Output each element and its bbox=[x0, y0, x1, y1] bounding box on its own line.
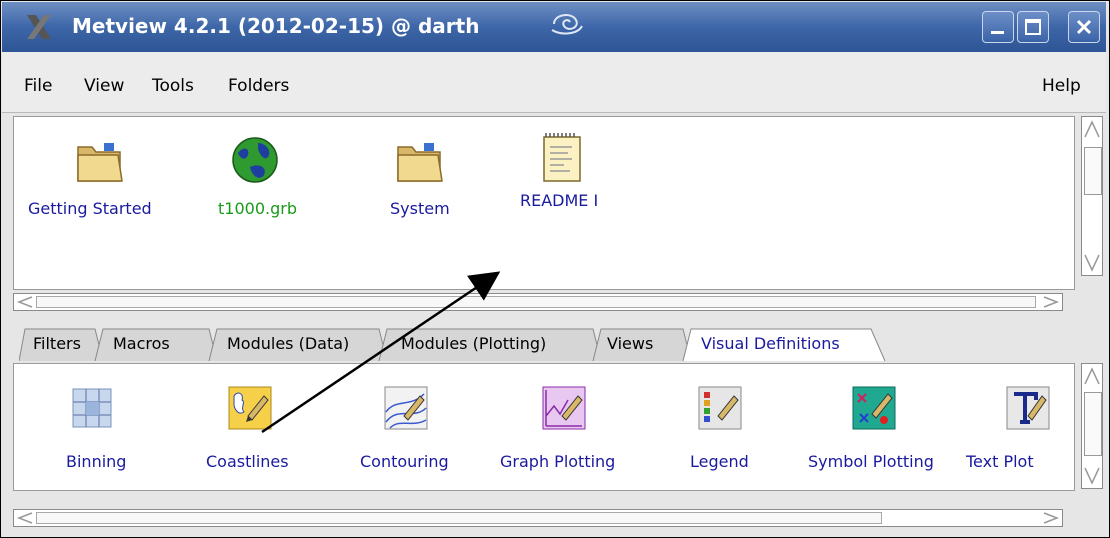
icon-label: Contouring bbox=[360, 452, 449, 471]
symbol-pen-icon bbox=[852, 386, 896, 430]
scroll-right-icon bbox=[1043, 296, 1060, 308]
icon-label: Binning bbox=[66, 452, 127, 471]
x-logo-icon bbox=[27, 15, 51, 39]
minimize-icon bbox=[991, 31, 1004, 34]
scroll-up-icon bbox=[1084, 367, 1100, 385]
legend-pen-icon bbox=[698, 386, 742, 430]
scroll-thumb[interactable] bbox=[1084, 147, 1102, 195]
scroll-left-icon bbox=[16, 512, 33, 524]
scroll-thumb[interactable] bbox=[36, 512, 882, 524]
graph-pen-icon bbox=[542, 386, 586, 430]
window-title: Metview 4.2.1 (2012-02-15) @ darth bbox=[72, 14, 480, 38]
top-vertical-scrollbar[interactable] bbox=[1081, 116, 1103, 276]
menu-folders[interactable]: Folders bbox=[228, 76, 289, 96]
folder-icon bbox=[77, 143, 123, 182]
swirl-icon bbox=[551, 14, 583, 35]
scroll-right-icon bbox=[1043, 512, 1060, 524]
close-icon bbox=[1076, 19, 1092, 35]
folder-contents-pane: Getting Started t1000.grb System README … bbox=[13, 116, 1075, 290]
maximize-button[interactable] bbox=[1017, 11, 1049, 43]
text-pen-icon bbox=[1006, 386, 1050, 430]
icon-label: Legend bbox=[690, 452, 749, 471]
folder-icon bbox=[397, 143, 443, 182]
tab-label: Modules (Data) bbox=[227, 334, 350, 353]
tab-label: Views bbox=[607, 334, 654, 353]
grid-icon bbox=[72, 388, 112, 428]
tab-label: Visual Definitions bbox=[701, 334, 840, 353]
tab-label: Filters bbox=[33, 334, 81, 353]
coastline-pen-icon bbox=[228, 386, 272, 430]
bottom-horizontal-scrollbar[interactable] bbox=[13, 509, 1063, 527]
scroll-down-icon bbox=[1084, 254, 1100, 272]
bottom-vertical-scrollbar[interactable] bbox=[1081, 363, 1103, 489]
scroll-up-icon bbox=[1084, 120, 1100, 138]
visual-definitions-pane: Binning Coastlines Contouring Graph Plot… bbox=[13, 363, 1075, 491]
tab-label: Macros bbox=[113, 334, 170, 353]
minimize-button[interactable] bbox=[982, 11, 1014, 43]
globe-icon bbox=[232, 137, 278, 183]
title-bar[interactable]: Metview 4.2.1 (2012-02-15) @ darth bbox=[2, 2, 1106, 52]
icon-label: t1000.grb bbox=[218, 199, 297, 218]
scroll-down-icon bbox=[1084, 467, 1100, 485]
tab-label: Modules (Plotting) bbox=[401, 334, 547, 353]
metview-window: Metview 4.2.1 (2012-02-15) @ darth File … bbox=[0, 0, 1110, 538]
icon-label: Graph Plotting bbox=[500, 452, 616, 471]
maximize-icon bbox=[1025, 19, 1041, 35]
scroll-left-icon bbox=[16, 296, 33, 308]
menu-tools[interactable]: Tools bbox=[152, 76, 194, 96]
top-horizontal-scrollbar[interactable] bbox=[13, 293, 1063, 311]
contour-pen-icon bbox=[384, 386, 428, 430]
icon-label: Coastlines bbox=[206, 452, 289, 471]
icon-label: System bbox=[390, 199, 450, 218]
scroll-thumb[interactable] bbox=[1084, 392, 1102, 456]
menu-view[interactable]: View bbox=[84, 76, 124, 96]
icon-label: Symbol Plotting bbox=[808, 452, 934, 471]
scroll-thumb[interactable] bbox=[36, 296, 1036, 308]
menu-bar: File View Tools Folders Help bbox=[2, 52, 1106, 113]
close-button[interactable] bbox=[1068, 11, 1100, 43]
menu-file[interactable]: File bbox=[24, 76, 52, 96]
icon-label: Text Plot bbox=[966, 452, 1034, 471]
menu-help[interactable]: Help bbox=[1042, 76, 1081, 96]
notepad-icon bbox=[543, 133, 581, 182]
icon-label: README I bbox=[520, 191, 599, 210]
icon-label: Getting Started bbox=[28, 199, 152, 218]
